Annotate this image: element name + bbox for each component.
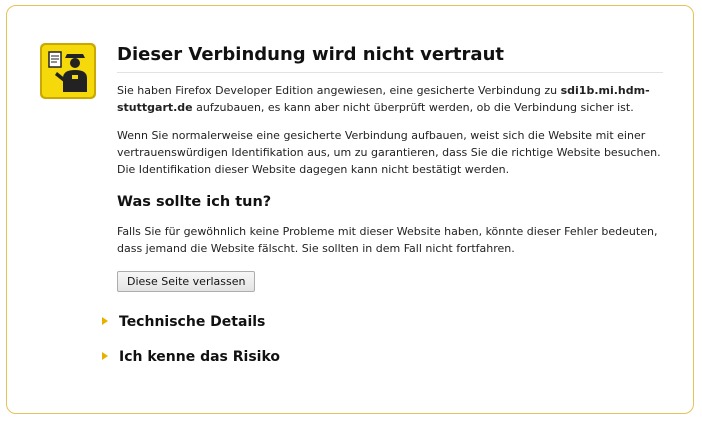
main-content: Dieser Verbindung wird nicht vertraut Si…	[117, 44, 663, 292]
triangle-right-icon	[102, 352, 108, 360]
triangle-right-icon	[102, 317, 108, 325]
identity-officer-icon	[39, 42, 97, 100]
leave-page-button[interactable]: Diese Seite verlassen	[117, 271, 256, 292]
intro-suffix: aufzubauen, es kann aber nicht überprüft…	[192, 101, 634, 114]
what-to-do-heading: Was sollte ich tun?	[117, 194, 272, 210]
what-to-do-text: Falls Sie für gewöhnlich keine Probleme …	[117, 225, 658, 255]
intro-prefix: Sie haben Firefox Developer Edition ange…	[117, 84, 561, 97]
technical-details-expander[interactable]: Technische Details	[102, 314, 265, 330]
explanation-text: Wenn Sie normalerweise eine gesicherte V…	[117, 129, 661, 176]
understand-risks-expander[interactable]: Ich kenne das Risiko	[102, 349, 280, 365]
understand-risks-label: Ich kenne das Risiko	[119, 349, 281, 365]
page-title: Dieser Verbindung wird nicht vertraut	[117, 44, 663, 73]
technical-details-label: Technische Details	[119, 314, 266, 330]
intro-text: Sie haben Firefox Developer Edition ange…	[117, 82, 663, 116]
error-panel: Dieser Verbindung wird nicht vertraut Si…	[6, 5, 694, 414]
